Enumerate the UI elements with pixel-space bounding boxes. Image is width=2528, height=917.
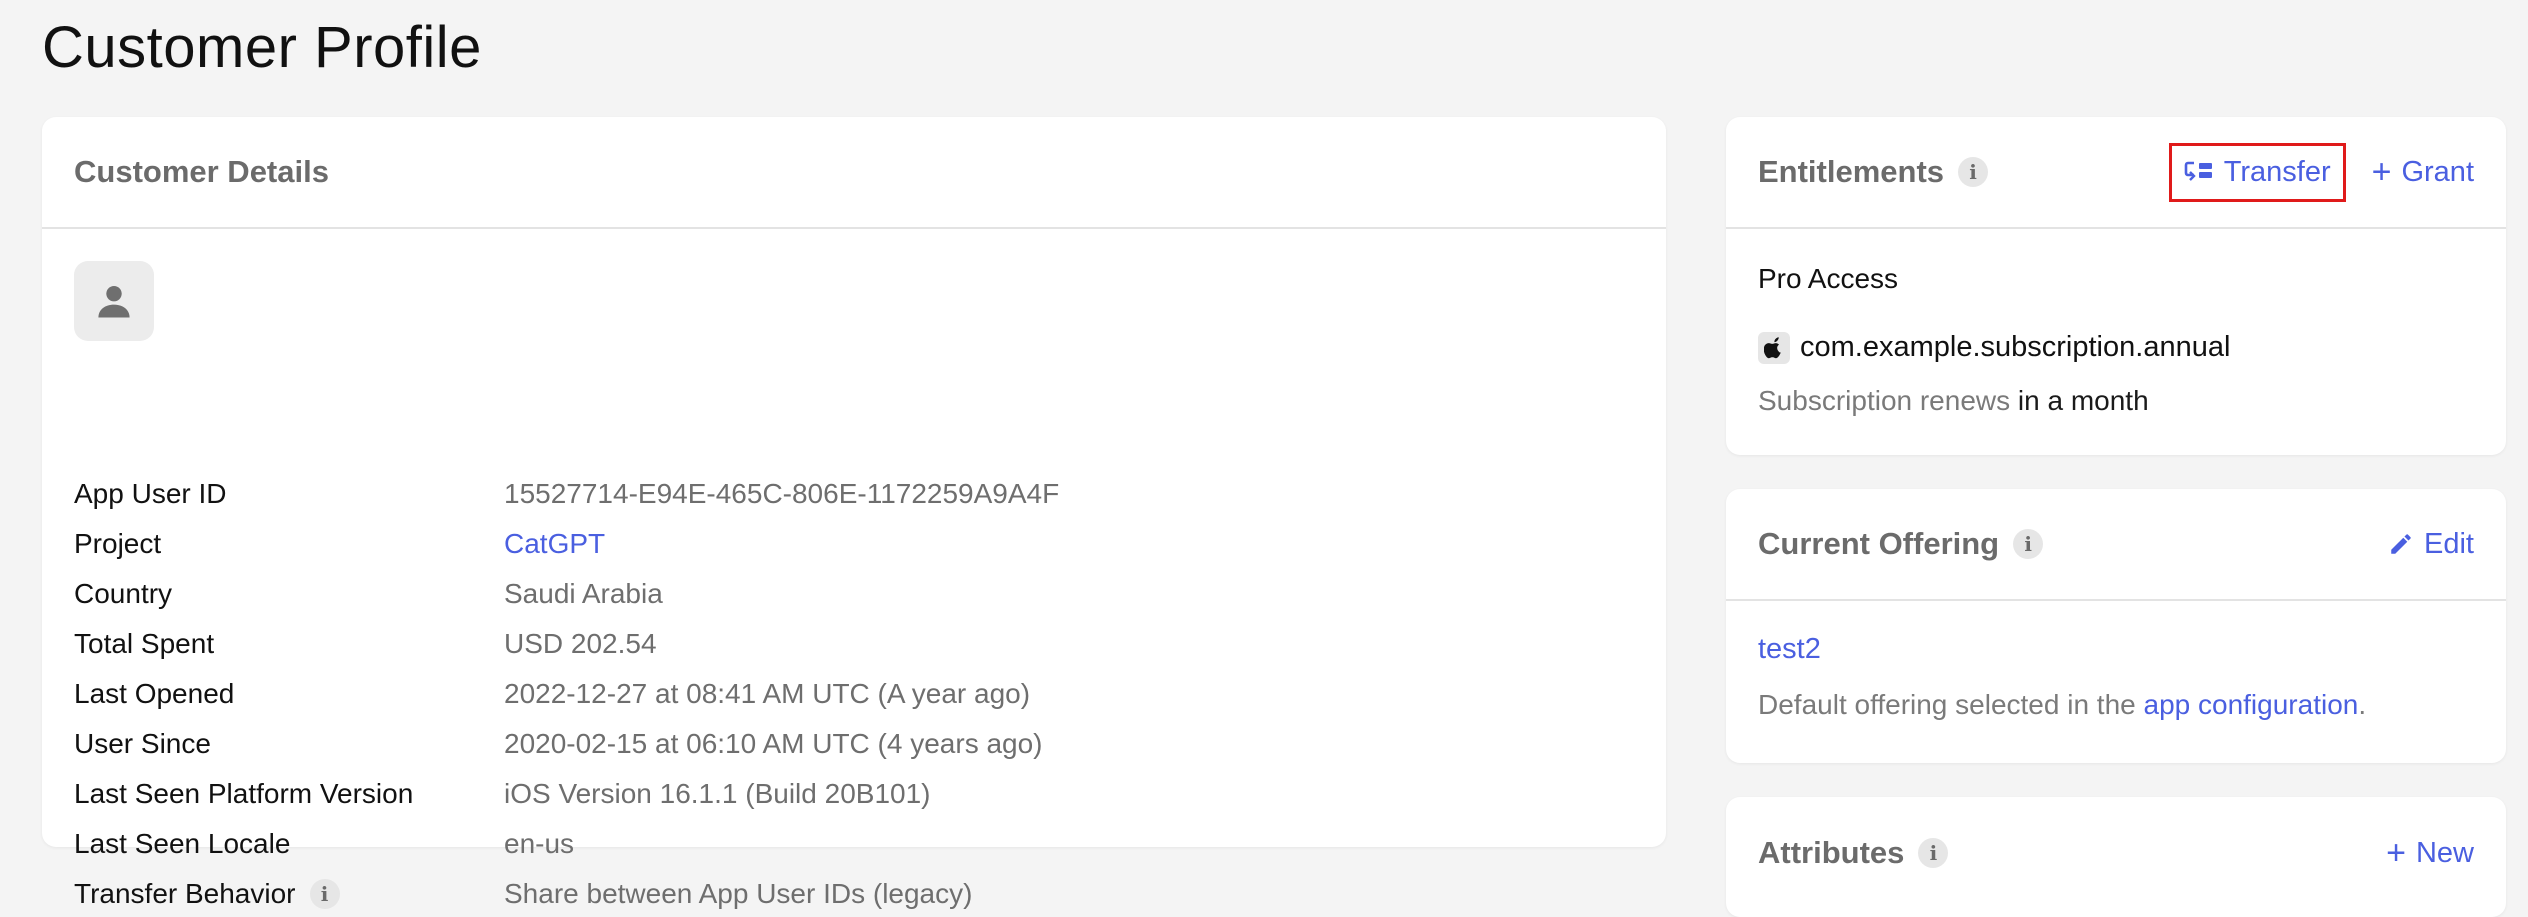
detail-row-transfer-behavior: Transfer Behavior i Share between App Us… <box>74 874 972 914</box>
edit-button[interactable]: Edit <box>2388 528 2474 561</box>
new-attribute-button[interactable]: + New <box>2386 836 2474 870</box>
detail-value: iOS Version 16.1.1 (Build 20B101) <box>504 778 931 809</box>
detail-label: Last Opened <box>74 678 235 709</box>
detail-row-platform-version: Last Seen Platform Version iOS Version 1… <box>74 774 930 814</box>
transfer-label: Transfer <box>2223 155 2331 188</box>
detail-row-user-since: User Since 2020-02-15 at 06:10 AM UTC (4… <box>74 724 1043 764</box>
entitlement-name: Pro Access <box>1758 263 1899 294</box>
grant-label: Grant <box>2401 155 2474 188</box>
entitlements-title-group: Entitlements i <box>1758 154 1989 190</box>
current-offering-title: Current Offering <box>1758 526 2000 561</box>
entitlement-product: com.example.subscription.annual <box>1758 331 2230 364</box>
detail-label: Total Spent <box>74 628 215 659</box>
current-offering-header: Current Offering i Edit <box>1726 489 2506 601</box>
offering-desc-prefix: Default offering selected in the <box>1758 689 2136 720</box>
info-icon[interactable]: i <box>1958 157 1989 187</box>
detail-value: 2020-02-15 at 06:10 AM UTC (4 years ago) <box>504 728 1043 759</box>
detail-label: App User ID <box>74 478 227 509</box>
entitlements-title: Entitlements <box>1758 154 1945 189</box>
detail-label: Last Seen Locale <box>74 828 291 859</box>
entitlements-card: Entitlements i Transfer + Grant Pro Acce… <box>1726 117 2506 455</box>
edit-label: Edit <box>2424 527 2474 560</box>
current-offering-card: Current Offering i Edit test2 Default of… <box>1726 489 2506 763</box>
transfer-button[interactable]: Transfer <box>2168 142 2346 202</box>
offering-link[interactable]: test2 <box>1758 633 1821 666</box>
detail-value: Saudi Arabia <box>504 578 663 609</box>
detail-row-country: Country Saudi Arabia <box>74 574 663 614</box>
detail-row-project: Project CatGPT <box>74 524 605 564</box>
transfer-icon <box>2184 161 2212 181</box>
project-link[interactable]: CatGPT <box>504 528 605 560</box>
detail-row-locale: Last Seen Locale en-us <box>74 824 574 864</box>
customer-details-header: Customer Details <box>42 117 1666 229</box>
renewal-when: in a month <box>2017 385 2149 416</box>
detail-row-app-user-id: App User ID 15527714-E94E-465C-806E-1172… <box>74 474 1059 514</box>
offering-desc-suffix: . <box>2358 689 2367 720</box>
detail-value: Share between App User IDs (legacy) <box>504 878 973 909</box>
entitlements-header: Entitlements i Transfer + Grant <box>1726 117 2506 229</box>
page-title: Customer Profile <box>42 15 482 80</box>
info-icon[interactable]: i <box>2013 529 2044 559</box>
info-icon[interactable]: i <box>309 879 340 909</box>
product-id: com.example.subscription.annual <box>1800 331 2231 363</box>
grant-button[interactable]: + Grant <box>2372 155 2474 189</box>
attributes-card: Attributes i + New <box>1726 797 2506 917</box>
info-icon[interactable]: i <box>1918 838 1949 868</box>
app-configuration-link[interactable]: app configuration <box>2144 689 2359 720</box>
customer-details-card: Customer Details App User ID 15527714-E9… <box>42 117 1666 909</box>
detail-label: Country <box>74 578 173 609</box>
detail-value: en-us <box>504 828 575 859</box>
entitlements-actions: Transfer + Grant <box>2168 142 2474 202</box>
apple-icon <box>1758 331 1790 364</box>
detail-row-last-opened: Last Opened 2022-12-27 at 08:41 AM UTC (… <box>74 674 1030 714</box>
renewal-prefix: Subscription renews <box>1758 385 2011 416</box>
offering-description: Default offering selected in the app con… <box>1758 689 2366 721</box>
detail-label: User Since <box>74 728 211 759</box>
detail-row-total-spent: Total Spent USD 202.54 <box>74 624 657 664</box>
plus-icon: + <box>2371 153 2392 191</box>
detail-value[interactable]: 15527714-E94E-465C-806E-1172259A9A4F <box>504 478 1059 510</box>
detail-value: 2022-12-27 at 08:41 AM UTC (A year ago) <box>504 678 1031 709</box>
current-offering-title-group: Current Offering i <box>1758 526 2044 562</box>
attributes-header: Attributes i + New <box>1726 797 2506 909</box>
new-label: New <box>2415 836 2474 869</box>
customer-details-title: Customer Details <box>74 154 329 189</box>
detail-value: USD 202.54 <box>504 628 657 659</box>
pencil-icon <box>2391 534 2411 554</box>
detail-label-transfer-behavior: Transfer Behavior i <box>74 878 504 910</box>
detail-label-text: Transfer Behavior <box>74 878 296 909</box>
detail-label: Last Seen Platform Version <box>74 778 414 809</box>
avatar <box>74 261 154 341</box>
renewal-status: Subscription renews in a month <box>1758 385 2149 417</box>
person-icon <box>98 285 130 318</box>
plus-icon: + <box>2386 834 2406 872</box>
detail-label: Project <box>74 528 162 559</box>
